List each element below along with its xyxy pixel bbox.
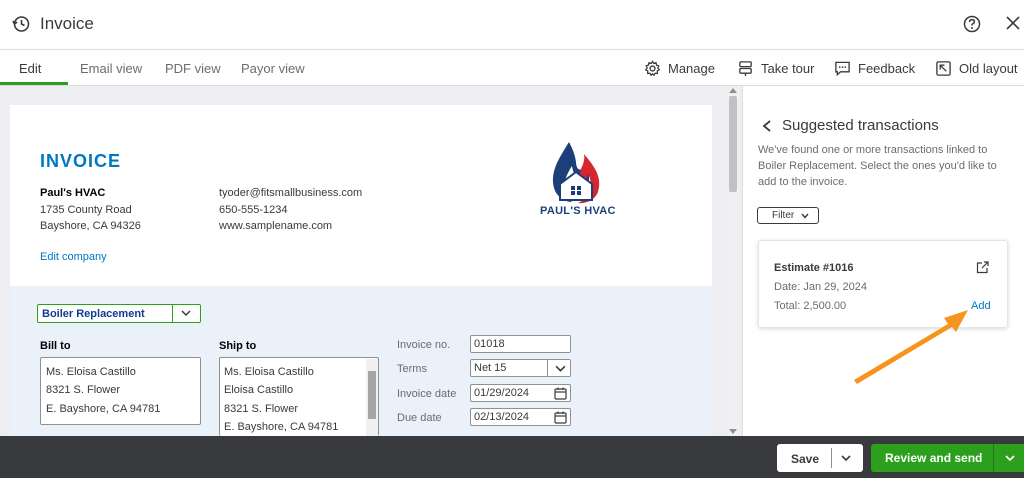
old-layout-button[interactable]: Old layout — [935, 60, 1018, 77]
calendar-icon[interactable] — [554, 387, 567, 400]
exit-layout-icon — [936, 61, 951, 76]
panel-description-line1: We've found one or more transactions lin… — [758, 144, 988, 156]
invoice-date-input[interactable]: 01/29/2024 — [470, 384, 571, 402]
close-icon[interactable] — [1005, 15, 1021, 31]
invoice-date-label: Invoice date — [397, 388, 457, 400]
due-date-value: 02/13/2024 — [474, 411, 530, 423]
history-icon[interactable] — [12, 15, 30, 33]
tab-payor-view[interactable]: Payor view — [241, 61, 305, 76]
scroll-down-arrow[interactable] — [729, 429, 737, 434]
save-divider — [831, 448, 832, 468]
view-tabs-bar: Edit Email view PDF view Payor view Mana… — [0, 50, 1024, 86]
bill-to-line1: Ms. Eloisa Castillo — [46, 366, 136, 378]
feedback-button[interactable]: Feedback — [834, 60, 915, 77]
estimate-date: Date: Jan 29, 2024 — [774, 281, 867, 293]
tab-email-view[interactable]: Email view — [80, 61, 142, 76]
select-divider — [172, 305, 173, 322]
help-icon[interactable] — [963, 15, 981, 33]
edit-company-link[interactable]: Edit company — [40, 251, 107, 263]
scroll-up-arrow[interactable] — [729, 88, 737, 93]
external-link-icon[interactable] — [976, 261, 989, 274]
feedback-label: Feedback — [858, 61, 916, 76]
manage-label: Manage — [668, 61, 715, 76]
ship-to-scrollbar[interactable] — [366, 359, 378, 436]
bill-to-line3: E. Bayshore, CA 94781 — [46, 403, 161, 415]
bill-to-line2: 8321 S. Flower — [46, 384, 120, 396]
chevron-down-icon — [801, 213, 809, 219]
scrollbar-thumb[interactable] — [729, 96, 737, 192]
terms-value: Net 15 — [474, 362, 507, 374]
invoice-no-value: 01018 — [474, 338, 505, 350]
manage-button[interactable]: Manage — [644, 60, 715, 77]
canvas-scrollbar[interactable] — [727, 86, 739, 436]
chevron-down-icon[interactable] — [1004, 452, 1016, 464]
invoice-no-label: Invoice no. — [397, 339, 451, 351]
company-phone: 650-555-1234 — [219, 204, 288, 216]
annotation-arrow — [854, 310, 968, 384]
terms-select[interactable]: Net 15 — [470, 359, 571, 377]
chat-bubble-icon — [835, 61, 850, 77]
review-and-send-button[interactable]: Review and send — [871, 444, 1024, 472]
calendar-icon[interactable] — [554, 411, 567, 424]
terms-divider — [547, 360, 548, 376]
filter-button[interactable]: Filter — [757, 207, 819, 224]
send-divider — [993, 444, 994, 472]
company-email: tyoder@fitsmallbusiness.com — [219, 187, 363, 199]
panel-description-line2: Boiler Replacement. Select the ones you'… — [758, 160, 997, 172]
filter-label: Filter — [772, 210, 795, 221]
ship-to-label: Ship to — [219, 340, 257, 352]
company-address-line1: 1735 County Road — [40, 204, 132, 216]
save-button[interactable]: Save — [777, 444, 863, 472]
take-tour-button[interactable]: Take tour — [737, 60, 814, 77]
tab-edit[interactable]: Edit — [19, 61, 41, 76]
signpost-icon — [739, 61, 752, 77]
customer-select[interactable]: Boiler Replacement — [37, 304, 201, 323]
review-and-send-label: Review and send — [885, 451, 983, 465]
ship-to-scrollbar-thumb[interactable] — [368, 371, 376, 419]
ship-to-line1: Ms. Eloisa Castillo — [224, 366, 314, 378]
estimate-total: Total: 2,500.00 — [774, 300, 847, 312]
ship-to-line3: 8321 S. Flower — [224, 403, 298, 415]
panel-title: Suggested transactions — [782, 117, 939, 134]
chevron-down-icon[interactable] — [840, 452, 852, 464]
terms-label: Terms — [397, 363, 427, 375]
due-date-label: Due date — [397, 412, 442, 424]
customer-select-value: Boiler Replacement — [42, 308, 145, 320]
chevron-down-icon[interactable] — [180, 307, 192, 319]
title-bar: Invoice — [0, 0, 1024, 50]
take-tour-label: Take tour — [761, 61, 815, 76]
active-tab-indicator — [0, 82, 68, 85]
company-name: Paul's HVAC — [40, 187, 106, 199]
invoice-date-value: 01/29/2024 — [474, 387, 530, 399]
due-date-input[interactable]: 02/13/2024 — [470, 408, 571, 426]
company-website: www.samplename.com — [219, 220, 333, 232]
estimate-title: Estimate #1016 — [774, 262, 854, 274]
old-layout-label: Old layout — [959, 61, 1018, 76]
company-address-line2: Bayshore, CA 94326 — [40, 220, 141, 232]
tab-pdf-view[interactable]: PDF view — [165, 61, 221, 76]
invoice-heading: INVOICE — [40, 151, 122, 171]
invoice-no-input[interactable]: 01018 — [470, 335, 571, 353]
ship-to-line2: Eloisa Castillo — [224, 384, 294, 396]
window-title: Invoice — [40, 14, 94, 33]
save-label: Save — [791, 452, 820, 466]
logo-text: PAUL'S HVAC — [540, 205, 616, 217]
chevron-down-icon[interactable] — [554, 362, 567, 375]
ship-to-line4: E. Bayshore, CA 94781 — [224, 421, 339, 433]
chevron-left-icon[interactable] — [761, 119, 773, 133]
bill-to-label: Bill to — [40, 340, 71, 352]
gear-icon — [644, 60, 661, 77]
panel-description-line3: add to the invoice. — [758, 176, 848, 188]
